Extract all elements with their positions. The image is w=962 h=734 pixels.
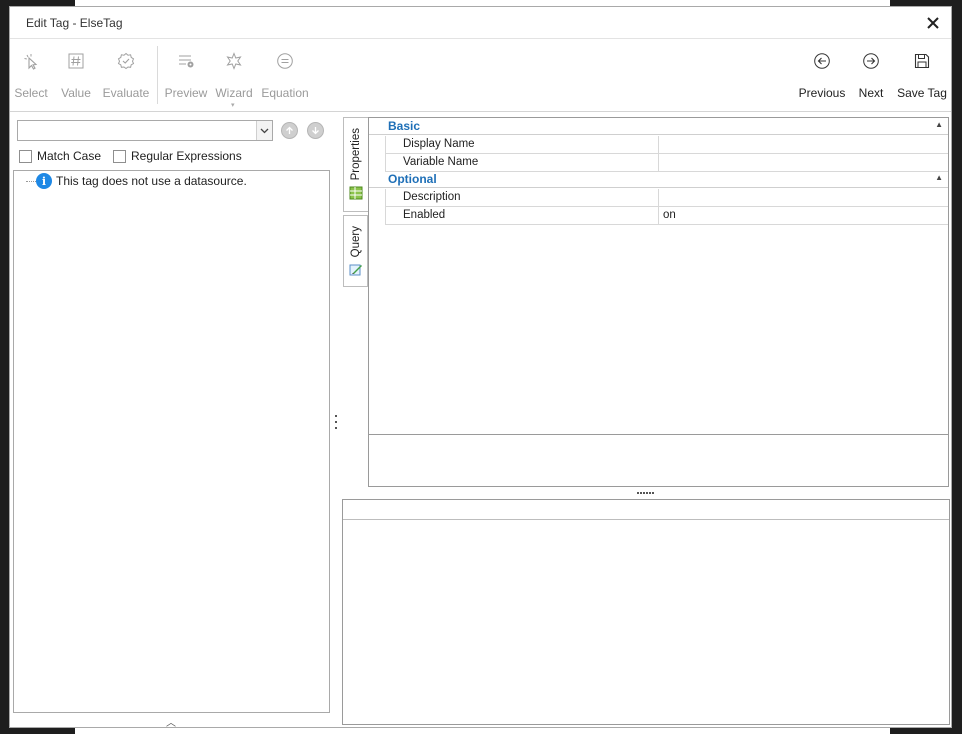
preview-output-panel — [342, 499, 950, 725]
regex-checkbox[interactable]: Regular Expressions — [113, 149, 242, 163]
equation-label: Equation — [261, 86, 309, 100]
tab-properties-label: Properties — [350, 128, 362, 181]
match-case-checkbox[interactable]: Match Case — [19, 149, 101, 163]
enabled-value[interactable]: on — [658, 207, 949, 224]
down-arrow-icon — [312, 127, 319, 135]
property-grid: Basic ▲ Display Name Variable Name Optio… — [368, 117, 949, 487]
preview-list-icon — [179, 55, 194, 68]
datasource-panel: Match Case Regular Expressions i This ta… — [11, 117, 330, 729]
property-row-description[interactable]: Description — [385, 189, 948, 207]
regex-box[interactable] — [113, 149, 126, 163]
evaluate-badge-icon — [117, 52, 135, 70]
category-basic[interactable]: Basic ▲ — [369, 118, 948, 135]
datasource-tree[interactable]: i This tag does not use a datasource. — [13, 170, 330, 713]
window-title: Edit Tag - ElseTag — [26, 16, 123, 30]
display-name-label: Display Name — [403, 138, 475, 150]
close-icon — [927, 17, 939, 29]
info-icon: i — [36, 173, 52, 189]
hash-icon — [68, 53, 84, 69]
next-label: Next — [858, 86, 884, 100]
previous-label: Previous — [798, 86, 846, 100]
close-button[interactable] — [921, 11, 945, 35]
variable-name-value[interactable] — [658, 154, 949, 171]
category-optional[interactable]: Optional ▲ — [369, 171, 948, 188]
edit-tag-dialog: Edit Tag - ElseTag Select Value Evaluate… — [9, 6, 952, 729]
collapse-up-icon[interactable]: ︿ — [166, 714, 176, 729]
search-combobox[interactable] — [17, 120, 273, 141]
tab-query[interactable]: Query — [343, 215, 368, 287]
enabled-label: Enabled — [403, 209, 446, 221]
preview-output-header — [343, 500, 949, 520]
query-edit-icon — [349, 264, 362, 276]
property-description-pane — [369, 434, 948, 486]
collapse-basic-icon[interactable]: ▲ — [935, 120, 943, 129]
select-label: Select — [14, 86, 48, 100]
vertical-splitter[interactable] — [335, 415, 338, 429]
match-case-box[interactable] — [19, 149, 32, 163]
background-window-strip-bottom — [75, 728, 890, 734]
category-optional-label: Optional — [388, 172, 437, 186]
wizard-button[interactable]: Wizard — [215, 40, 253, 108]
toolbar-separator — [157, 46, 158, 104]
tree-item-label: This tag does not use a datasource. — [56, 174, 247, 188]
tab-query-label: Query — [349, 226, 362, 258]
previous-arrow-icon — [814, 53, 830, 69]
property-row-display-name[interactable]: Display Name — [385, 136, 948, 154]
title-bar: Edit Tag - ElseTag — [10, 7, 951, 39]
save-disk-icon — [914, 53, 930, 69]
variable-name-label: Variable Name — [403, 156, 479, 168]
evaluate-label: Evaluate — [102, 86, 150, 100]
equation-button[interactable]: Equation — [261, 40, 309, 108]
tree-item[interactable]: i This tag does not use a datasource. — [36, 173, 247, 189]
save-tag-label: Save Tag — [897, 86, 947, 100]
description-label: Description — [403, 191, 461, 203]
toolbar: Select Value Evaluate Preview Wizard ▾ E… — [10, 40, 951, 112]
regex-label: Regular Expressions — [131, 149, 242, 163]
select-button[interactable]: Select — [14, 40, 48, 108]
save-tag-button[interactable]: Save Tag — [897, 40, 947, 108]
value-button[interactable]: Value — [60, 40, 92, 108]
next-arrow-icon — [863, 53, 879, 69]
preview-label: Preview — [164, 86, 208, 100]
wizard-label: Wizard — [215, 86, 253, 100]
wizard-dropdown-icon[interactable]: ▾ — [231, 101, 235, 109]
match-case-label: Match Case — [37, 149, 102, 163]
display-name-value[interactable] — [658, 136, 949, 153]
property-grid-icon — [349, 186, 363, 200]
equation-icon — [277, 53, 293, 69]
horizontal-splitter[interactable] — [637, 492, 654, 494]
search-dropdown-button[interactable] — [256, 121, 272, 140]
property-row-variable-name[interactable]: Variable Name — [385, 154, 948, 172]
collapse-optional-icon[interactable]: ▲ — [935, 173, 943, 182]
chevron-down-icon — [260, 128, 269, 133]
wizard-star-icon — [226, 52, 242, 70]
property-row-enabled[interactable]: Enabled on — [385, 207, 948, 225]
category-basic-label: Basic — [388, 119, 421, 133]
vertical-tab-strip: Properties Query — [343, 117, 368, 287]
preview-button[interactable]: Preview — [164, 40, 208, 108]
find-next-button[interactable] — [307, 122, 324, 139]
find-previous-button[interactable] — [281, 122, 298, 139]
description-value[interactable] — [658, 189, 949, 206]
previous-button[interactable]: Previous — [798, 40, 846, 108]
value-label: Value — [61, 86, 91, 100]
select-cursor-icon — [24, 54, 38, 70]
tree-connector — [26, 181, 36, 182]
evaluate-button[interactable]: Evaluate — [103, 40, 149, 108]
tab-properties[interactable]: Properties — [343, 117, 368, 212]
up-arrow-icon — [286, 126, 293, 134]
next-button[interactable]: Next — [854, 40, 888, 108]
